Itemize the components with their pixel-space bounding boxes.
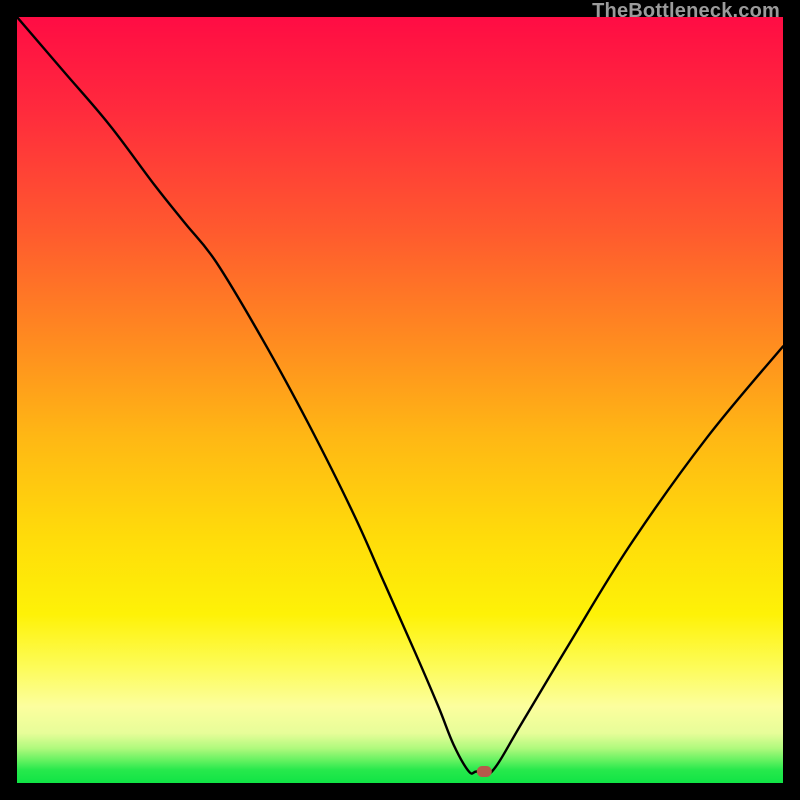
optimal-point-marker xyxy=(477,767,491,777)
chart-frame: TheBottleneck.com xyxy=(0,0,800,800)
bottleneck-curve xyxy=(17,17,783,783)
plot-area xyxy=(17,17,783,783)
attribution-text: TheBottleneck.com xyxy=(592,0,780,23)
curve-line xyxy=(17,17,783,776)
